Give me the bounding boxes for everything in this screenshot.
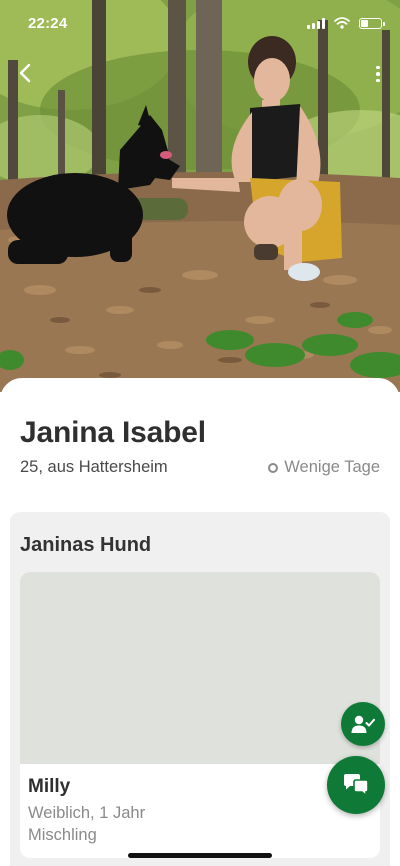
wifi-icon — [334, 17, 350, 29]
status-icons — [307, 17, 385, 29]
more-vertical-icon — [376, 65, 380, 70]
battery-level — [361, 19, 369, 27]
chevron-left-icon — [19, 63, 31, 83]
forest-photo-illustration — [0, 0, 400, 392]
profile-photo: 22:24 — [0, 0, 400, 392]
status-time: 22:24 — [28, 15, 68, 32]
more-options-button[interactable] — [368, 60, 388, 88]
signal-icon — [307, 17, 325, 29]
profile-age-location: 25, aus Hattersheim — [20, 458, 168, 476]
home-indicator — [128, 853, 272, 858]
dog-section-title: Janinas Hund — [20, 534, 152, 556]
dog-section: Janinas Hund Milly Weiblich, 1 Jahr Misc… — [10, 512, 390, 866]
status-bar: 22:24 — [0, 0, 400, 44]
dog-photo-placeholder — [20, 572, 380, 764]
dog-gender-age: Weiblich, 1 Jahr — [28, 804, 146, 822]
chat-bubbles-icon — [344, 774, 369, 797]
dog-card[interactable]: Milly Weiblich, 1 Jahr Mischling — [20, 572, 380, 858]
dog-breed: Mischling — [28, 826, 97, 844]
battery-icon — [359, 17, 385, 29]
profile-name: Janina Isabel — [20, 416, 206, 449]
chat-button[interactable] — [327, 756, 385, 814]
add-friend-button[interactable] — [341, 702, 385, 746]
user-check-icon — [351, 715, 375, 733]
back-button[interactable] — [10, 56, 40, 90]
status-ring-icon — [268, 462, 279, 473]
dog-name: Milly — [28, 776, 71, 797]
last-active-label: Wenige Tage — [284, 458, 380, 476]
last-active-status: Wenige Tage — [268, 458, 380, 477]
